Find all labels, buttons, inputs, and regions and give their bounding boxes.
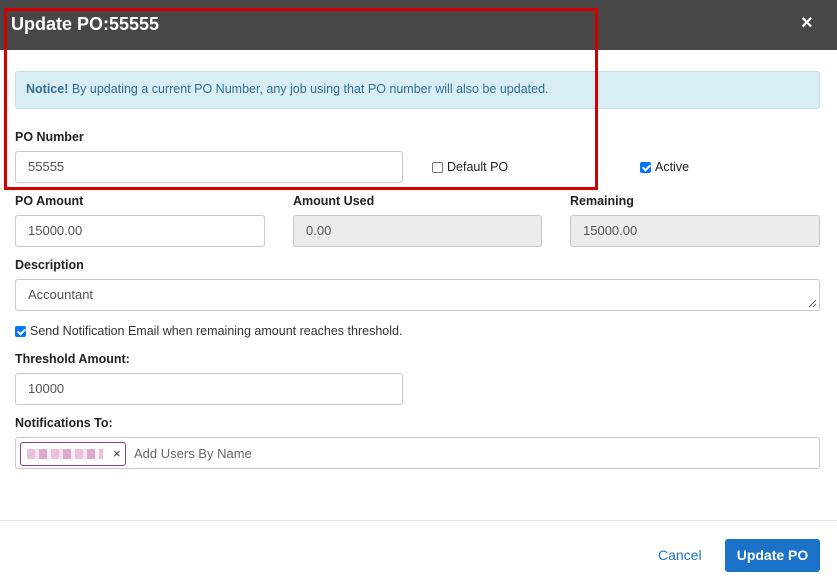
notifications-label: Notifications To: [15, 416, 113, 430]
default-po-label: Default PO [447, 160, 509, 174]
default-po-checkbox-row[interactable]: Default PO [432, 160, 508, 174]
amount-used-label: Amount Used [293, 194, 375, 208]
threshold-label: Threshold Amount: [15, 352, 130, 366]
notice-strong: Notice! [26, 82, 69, 96]
default-po-checkbox[interactable] [432, 161, 443, 173]
send-notification-row[interactable]: Send Notification Email when remaining a… [15, 324, 402, 338]
remaining-input: 15000.00 [570, 215, 820, 247]
notifications-tag-input[interactable]: × Add Users By Name [15, 437, 820, 469]
footer-divider [0, 520, 837, 521]
remove-tag-icon[interactable]: × [113, 446, 121, 461]
resize-handle-icon[interactable] [808, 299, 817, 308]
update-po-button[interactable]: Update PO [725, 539, 820, 572]
threshold-input[interactable]: 10000 [15, 373, 403, 405]
po-number-input[interactable]: 55555 [15, 151, 403, 183]
user-tag: × [20, 442, 126, 466]
cancel-button[interactable]: Cancel [658, 547, 702, 563]
po-amount-label: PO Amount [15, 194, 84, 208]
description-value: Accountant [28, 287, 94, 302]
active-checkbox-row[interactable]: Active [640, 160, 689, 174]
redacted-user-name [27, 449, 103, 459]
send-notification-label: Send Notification Email when remaining a… [30, 324, 403, 338]
po-number-label: PO Number [15, 130, 84, 144]
add-users-input[interactable]: Add Users By Name [134, 446, 252, 461]
po-amount-input[interactable]: 15000.00 [15, 215, 265, 247]
notice-alert: Notice! By updating a current PO Number,… [15, 71, 820, 109]
active-label: Active [655, 160, 690, 174]
active-checkbox[interactable] [640, 161, 651, 173]
close-icon[interactable]: × [801, 12, 813, 34]
description-textarea[interactable]: Accountant [15, 279, 820, 311]
send-notification-checkbox[interactable] [15, 325, 26, 337]
modal-header: Update PO:55555 × [0, 0, 837, 50]
remaining-label: Remaining [570, 194, 634, 208]
modal-title: Update PO:55555 [11, 14, 160, 34]
amount-used-input: 0.00 [293, 215, 542, 247]
notice-text: By updating a current PO Number, any job… [68, 82, 549, 96]
description-label: Description [15, 258, 84, 272]
